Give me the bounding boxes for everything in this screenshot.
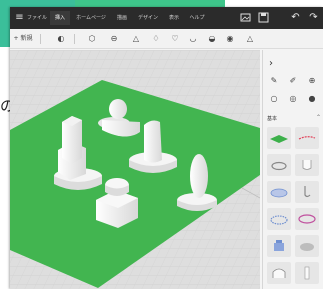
basic-section-label: 基本 [267, 116, 278, 122]
save-icon[interactable] [256, 10, 271, 25]
shape-tile-blue-pad[interactable] [267, 181, 291, 203]
shape-tile-flat-slab[interactable] [267, 127, 291, 149]
shape-tile-pillar[interactable] [295, 262, 319, 284]
toolbar-divider [40, 34, 41, 44]
toolbar-divider [74, 34, 75, 44]
shape-tile-hook[interactable] [295, 181, 319, 203]
toolbar: + 新規 ◐ ⬡ ⊖ △ ♢ ♡ ◡ ◒ ◉ △ [10, 29, 323, 49]
ribbon-tabs: ≡ ファイル 挿入 ホームページ 描画 デザイン 表示 ヘルプ ↶ ↷ [10, 7, 323, 29]
sphere-icon[interactable]: ● [305, 92, 319, 106]
target-icon[interactable]: ◎ [286, 92, 300, 106]
tab-help[interactable]: ヘルプ [186, 11, 208, 25]
tab-draw[interactable]: 描画 [112, 11, 132, 25]
dome-sphere [109, 99, 127, 119]
tab-view[interactable]: 表示 [164, 11, 184, 25]
cap-icon[interactable]: ◒ [205, 32, 219, 46]
shape-tile-red-curve[interactable] [295, 127, 319, 149]
cone-icon[interactable]: △ [129, 32, 143, 46]
menu-icon[interactable]: ≡ [12, 10, 27, 25]
drop-icon[interactable]: ♢ [149, 32, 163, 46]
shape-tile-pink-loop[interactable] [295, 208, 319, 230]
tab-insert[interactable]: 挿入 [50, 11, 70, 25]
panel-expand-icon[interactable]: › [269, 58, 273, 69]
shape-tile-ring[interactable] [267, 154, 291, 176]
side-panel: › ✎ ✐ ⊕ ○ ◎ ● 基本 ⌃ [262, 50, 323, 289]
image-icon[interactable] [238, 10, 253, 25]
shape-tile-blue-stack[interactable] [267, 235, 291, 257]
redo-icon[interactable]: ↷ [306, 10, 321, 25]
cup-icon[interactable]: ◡ [186, 32, 200, 46]
3d-scene [10, 50, 260, 289]
pyramid-icon[interactable]: △ [243, 32, 257, 46]
shape-tile-arch[interactable] [267, 262, 291, 284]
cube-icon[interactable]: ⬡ [85, 32, 99, 46]
3d-viewport[interactable] [10, 50, 260, 289]
collapse-icon[interactable]: ⌃ [316, 114, 321, 121]
tab-file[interactable]: ファイル [26, 11, 48, 25]
undo-icon[interactable]: ↶ [288, 10, 303, 25]
cylinder-icon[interactable]: ⊖ [107, 32, 121, 46]
shape-tile-gray-blob[interactable] [295, 235, 319, 257]
egg-shape [190, 154, 208, 198]
heart-icon[interactable]: ♡ [168, 32, 182, 46]
shape-tile-cup[interactable] [295, 154, 319, 176]
dropper-icon[interactable]: ◐ [54, 32, 68, 46]
brush-icon[interactable]: ✐ [286, 74, 300, 88]
tab-home[interactable]: ホームページ [72, 11, 110, 25]
shape-tile-blue-ring[interactable] [267, 208, 291, 230]
pencil-icon[interactable]: ✎ [267, 74, 281, 88]
circle-icon[interactable]: ○ [267, 92, 281, 106]
tab-design[interactable]: デザイン [134, 11, 162, 25]
eye-icon[interactable]: ◉ [223, 32, 237, 46]
tablet-block [144, 120, 162, 163]
new-button[interactable]: + 新規 [12, 32, 34, 46]
globe-icon[interactable]: ⊕ [305, 74, 319, 88]
app-window: ≡ ファイル 挿入 ホームページ 描画 デザイン 表示 ヘルプ ↶ ↷ + 新規… [10, 7, 323, 289]
